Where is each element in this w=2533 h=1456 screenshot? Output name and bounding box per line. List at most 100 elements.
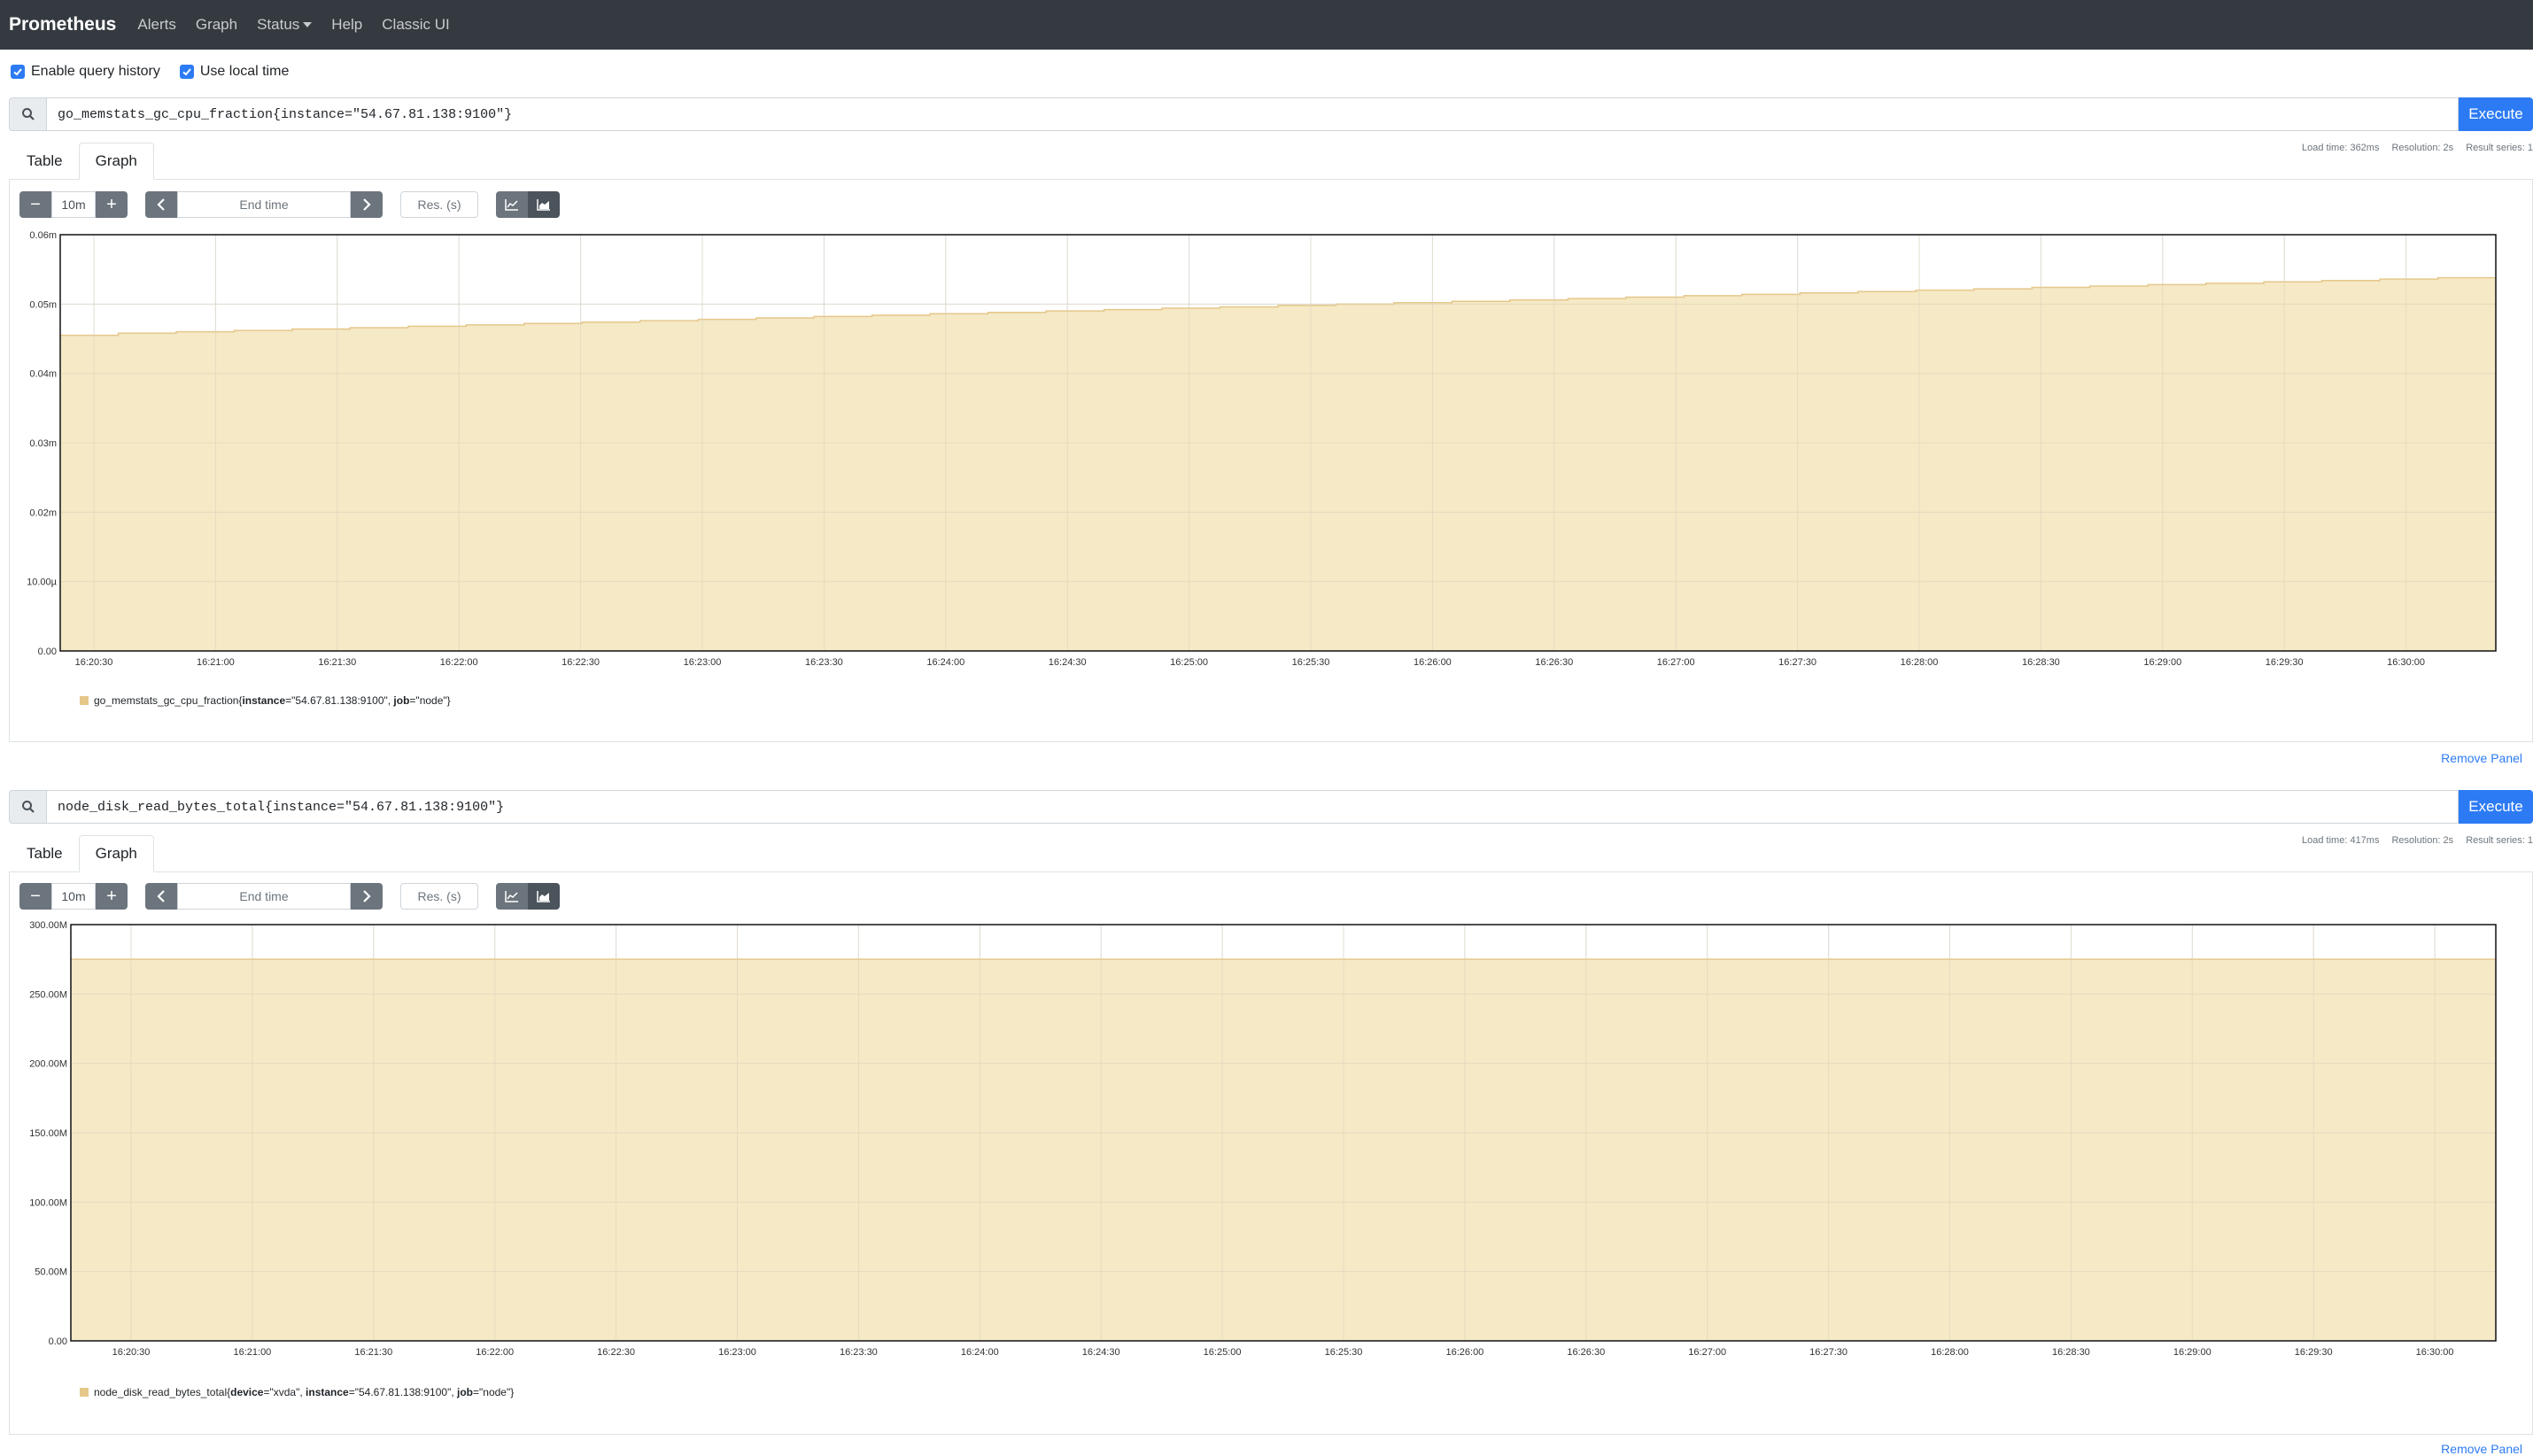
legend-label-key: instance <box>306 1386 349 1398</box>
line-chart-icon <box>505 199 518 211</box>
y-tick-label: 0.05m <box>29 299 57 310</box>
area-chart-icon <box>537 891 550 902</box>
query-history-option[interactable]: Enable query history <box>11 64 160 80</box>
x-tick-label: 16:29:30 <box>2295 1347 2333 1358</box>
graph-controls: − 10m + End time Res. (s) <box>19 883 560 910</box>
resolution: Resolution: 2s <box>2391 835 2454 846</box>
end-time-input[interactable]: End time <box>177 883 351 910</box>
nav-help[interactable]: Help <box>331 16 362 34</box>
graph-chart[interactable]: 0.00 50.00M 100.00M 150.00M 200.00M 250.00M 30… <box>0 918 2533 1369</box>
brand-logo[interactable]: Prometheus <box>9 14 116 35</box>
x-tick-label: 16:26:30 <box>1535 657 1573 668</box>
line-chart-icon <box>505 891 518 902</box>
tab-graph[interactable]: Graph <box>78 143 154 180</box>
line-chart-button[interactable] <box>496 191 528 218</box>
nav-status[interactable]: Status <box>257 16 313 34</box>
remove-panel-link[interactable]: Remove Panel <box>2441 751 2522 765</box>
range-increase-button[interactable]: + <box>96 883 128 910</box>
x-tick-label: 16:26:00 <box>1414 657 1452 668</box>
tab-table[interactable]: Table <box>11 835 79 872</box>
resolution-input[interactable]: Res. (s) <box>400 191 478 218</box>
range-decrease-button[interactable]: − <box>19 883 51 910</box>
x-tick-label: 16:23:30 <box>840 1347 878 1358</box>
time-back-button[interactable] <box>145 191 177 218</box>
range-decrease-button[interactable]: − <box>19 191 51 218</box>
x-tick-label: 16:23:00 <box>684 657 722 668</box>
result-series: Result series: 1 <box>2466 143 2533 153</box>
tab-graph[interactable]: Graph <box>78 835 154 872</box>
series-area <box>60 277 2496 651</box>
local-time-option[interactable]: Use local time <box>179 64 289 80</box>
x-tick-label: 16:21:30 <box>354 1347 392 1358</box>
navbar: Prometheus Alerts Graph Status Help Clas… <box>0 0 2533 50</box>
x-tick-label: 16:23:00 <box>718 1347 756 1358</box>
query-history-label: Enable query history <box>31 64 160 79</box>
stacked-chart-button[interactable] <box>528 883 560 910</box>
check-icon <box>13 68 22 76</box>
area-chart-icon <box>537 199 550 211</box>
legend-label-value: ="node"} <box>409 694 451 707</box>
x-tick-label: 16:25:00 <box>1204 1347 1242 1358</box>
chevron-right-icon <box>363 198 371 211</box>
graph-controls: − 10m + End time Res. (s) <box>19 191 560 218</box>
y-tick-label: 0.04m <box>29 369 57 380</box>
range-input[interactable]: 10m <box>51 191 96 218</box>
query-options: Enable query history Use local time <box>11 64 308 80</box>
x-tick-label: 16:22:30 <box>562 657 600 668</box>
y-tick-label: 0.06m <box>29 230 57 241</box>
y-tick-label: 300.00M <box>29 920 67 931</box>
search-icon <box>9 790 46 824</box>
stacked-chart-button[interactable] <box>528 191 560 218</box>
legend-swatch <box>80 1388 89 1397</box>
x-tick-label: 16:27:00 <box>1657 657 1695 668</box>
legend-item[interactable]: go_memstats_gc_cpu_fraction{instance="54… <box>80 694 451 707</box>
nav-classic-ui[interactable]: Classic UI <box>382 16 450 34</box>
range-input[interactable]: 10m <box>51 883 96 910</box>
y-tick-label: 0.02m <box>29 507 57 518</box>
caret-down-icon <box>303 22 313 27</box>
x-tick-label: 16:30:00 <box>2416 1347 2454 1358</box>
x-tick-label: 16:24:00 <box>961 1347 999 1358</box>
line-chart-button[interactable] <box>496 883 528 910</box>
nav-alerts[interactable]: Alerts <box>137 16 175 34</box>
query-history-checkbox[interactable] <box>11 65 25 79</box>
resolution-input[interactable]: Res. (s) <box>400 883 478 910</box>
x-tick-label: 16:26:30 <box>1567 1347 1605 1358</box>
chevron-left-icon <box>157 890 165 902</box>
tab-table[interactable]: Table <box>11 143 79 180</box>
tab-bar: Table Graph <box>11 835 154 872</box>
local-time-checkbox[interactable] <box>179 65 194 79</box>
query-input[interactable]: go_memstats_gc_cpu_fraction{instance="54… <box>46 97 2459 131</box>
nav-graph[interactable]: Graph <box>196 16 237 34</box>
x-tick-label: 16:28:00 <box>1931 1347 1969 1358</box>
query-input[interactable]: node_disk_read_bytes_total{instance="54.… <box>46 790 2459 824</box>
x-tick-label: 16:27:30 <box>1778 657 1816 668</box>
execute-button[interactable]: Execute <box>2459 790 2533 824</box>
time-forward-button[interactable] <box>351 883 383 910</box>
resolution: Resolution: 2s <box>2391 143 2454 153</box>
x-tick-label: 16:24:30 <box>1049 657 1087 668</box>
load-time: Load time: 417ms <box>2302 835 2380 846</box>
y-tick-label: 50.00M <box>35 1267 67 1278</box>
query-row: go_memstats_gc_cpu_fraction{instance="54… <box>9 97 2533 131</box>
time-forward-button[interactable] <box>351 191 383 218</box>
x-tick-label: 16:20:30 <box>112 1347 151 1358</box>
x-tick-label: 16:21:00 <box>233 1347 271 1358</box>
remove-panel-link[interactable]: Remove Panel <box>2441 1442 2522 1456</box>
query-stats: Load time: 417ms Resolution: 2s Result ser… <box>2289 835 2533 846</box>
time-back-button[interactable] <box>145 883 177 910</box>
range-increase-button[interactable]: + <box>96 191 128 218</box>
y-tick-label: 200.00M <box>29 1059 67 1070</box>
y-tick-label: 10.00µ <box>27 577 58 588</box>
execute-button[interactable]: Execute <box>2459 97 2533 131</box>
graph-chart[interactable]: 0.00 10.00µ 0.02m 0.03m 0.04m 0.05m 0.06m 16:20… <box>0 226 2533 678</box>
series-area <box>71 959 2496 1341</box>
x-tick-label: 16:24:30 <box>1082 1347 1120 1358</box>
x-tick-label: 16:25:30 <box>1292 657 1330 668</box>
end-time-input[interactable]: End time <box>177 191 351 218</box>
legend-metric: go_memstats_gc_cpu_fraction{ <box>94 694 243 707</box>
legend-metric: node_disk_read_bytes_total{ <box>94 1386 231 1398</box>
legend-item[interactable]: node_disk_read_bytes_total{device="xvda"… <box>80 1386 514 1398</box>
y-tick-label: 0.03m <box>29 438 57 449</box>
legend-label-key: device <box>230 1386 264 1398</box>
